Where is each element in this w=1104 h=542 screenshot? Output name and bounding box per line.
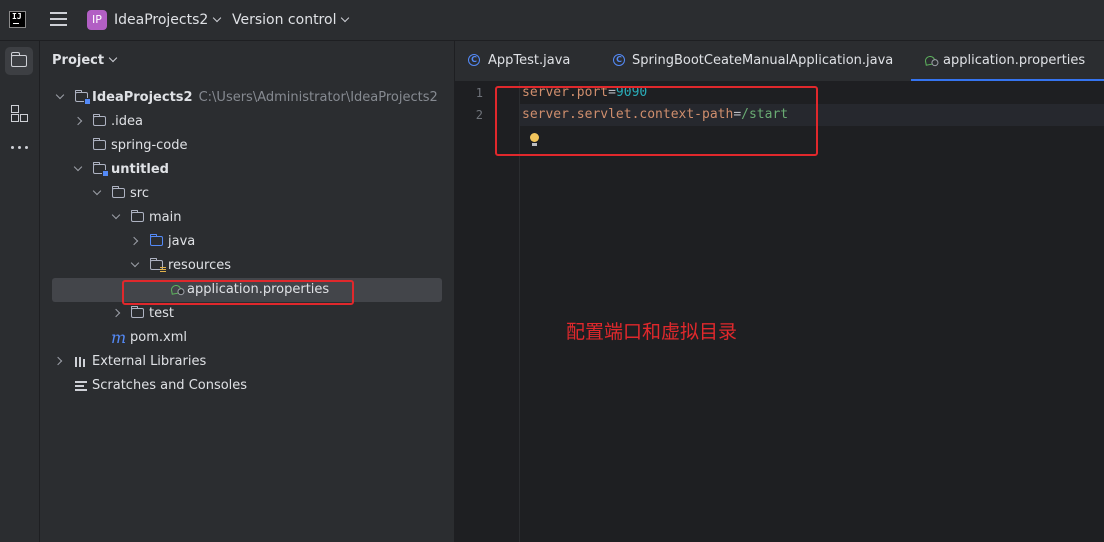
spring-leaf-icon (924, 55, 936, 66)
folder-icon (10, 52, 27, 67)
project-view-selector[interactable]: Project (52, 53, 118, 68)
title-bar: IJ IP IdeaProjects2 Version control (0, 0, 1104, 41)
tree-item-resources[interactable]: resources (40, 254, 454, 278)
version-control-label: Version control (232, 12, 337, 28)
chevron-right-icon[interactable] (53, 356, 63, 366)
tree-label: main (149, 210, 182, 225)
tree-item-main[interactable]: main (40, 206, 454, 230)
tree-item-test[interactable]: test (40, 302, 454, 326)
tab-springboot-application[interactable]: C SpringBootCeateManualApplication.java (601, 41, 901, 81)
tree-label: Scratches and Consoles (92, 378, 248, 393)
module-folder-icon (74, 89, 91, 105)
folder-icon (130, 209, 144, 222)
chevron-right-icon[interactable] (111, 308, 121, 318)
property-separator: = (733, 107, 742, 122)
tree-item-ideaprojects2[interactable]: IdeaProjects2 C:\Users\Administrator\Idea… (40, 86, 454, 110)
tree-label: .idea (111, 114, 143, 129)
project-name: IdeaProjects2 (114, 12, 209, 28)
code-editor[interactable]: server.port=9090 server.servlet.context-… (520, 82, 1104, 542)
lightbulb-icon[interactable] (530, 133, 539, 146)
tab-application-properties[interactable]: application.properties (911, 41, 1104, 81)
class-icon: C (468, 54, 480, 66)
tree-item-idea[interactable]: .idea (40, 110, 454, 134)
tool-window-strip (0, 41, 40, 542)
line-number: 2 (475, 108, 483, 122)
intellij-logo-icon[interactable]: IJ (9, 11, 26, 28)
module-folder-icon (92, 161, 109, 177)
tree-item-untitled[interactable]: untitled (40, 158, 454, 182)
project-badge[interactable]: IP (87, 10, 107, 30)
library-icon (75, 357, 88, 367)
tree-label: untitled (111, 162, 169, 177)
tree-label: External Libraries (92, 354, 207, 369)
property-key: server.servlet.context-path (522, 107, 734, 122)
code-line-1: server.port=9090 (522, 82, 647, 104)
tree-label: resources (168, 258, 232, 273)
code-line-2: server.servlet.context-path=/start (522, 104, 788, 126)
chevron-down-icon[interactable] (111, 210, 121, 220)
structure-icon[interactable] (11, 105, 29, 123)
chevron-down-icon (213, 13, 222, 23)
tree-item-pom-xml[interactable]: m pom.xml (40, 326, 454, 350)
tree-item-spring-code[interactable]: spring-code (40, 134, 454, 158)
tree-label: test (149, 306, 174, 321)
editor-tab-bar: C AppTest.java C SpringBootCeateManualAp… (455, 41, 1104, 82)
tree-label: java (168, 234, 196, 249)
chevron-down-icon[interactable] (73, 162, 83, 172)
tab-label: SpringBootCeateManualApplication.java (632, 53, 894, 68)
tree-label: pom.xml (130, 330, 187, 345)
property-value: 9090 (615, 85, 648, 100)
version-control-menu[interactable]: Version control (232, 12, 350, 28)
tree-item-java[interactable]: java (40, 230, 454, 254)
tree-label: IdeaProjects2 (92, 90, 193, 105)
folder-icon (130, 305, 144, 318)
tree-label: application.properties (187, 282, 330, 297)
annotation-text: 配置端口和虚拟目录 (566, 321, 738, 343)
tree-item-scratches[interactable]: Scratches and Consoles (40, 374, 454, 398)
class-icon: C (613, 54, 625, 66)
tree-label: src (130, 186, 149, 201)
tree-label: spring-code (111, 138, 188, 153)
chevron-down-icon (108, 53, 118, 63)
tree-path-hint: C:\Users\Administrator\IdeaProjects2 (198, 90, 438, 105)
property-value: /start (741, 107, 789, 122)
line-number: 1 (475, 86, 483, 100)
editor-gutter: 1 2 (455, 82, 520, 542)
project-selector[interactable]: IdeaProjects2 (114, 12, 222, 28)
chevron-right-icon[interactable] (73, 116, 83, 126)
more-icon[interactable] (10, 143, 30, 153)
project-tool-button[interactable] (5, 47, 33, 75)
source-folder-icon (149, 233, 163, 246)
tree-item-src[interactable]: src (40, 182, 454, 206)
panel-title: Project (52, 53, 105, 68)
chevron-down-icon[interactable] (92, 186, 102, 196)
folder-icon (92, 113, 106, 126)
maven-m-icon: m (111, 328, 127, 347)
project-panel: Project IdeaProjects2 C:\Users\Administra… (40, 41, 455, 542)
property-separator: = (608, 85, 616, 100)
chevron-down-icon (341, 13, 350, 23)
resources-folder-icon (149, 257, 166, 272)
tab-label: AppTest.java (488, 53, 571, 68)
chevron-right-icon[interactable] (129, 236, 139, 246)
folder-icon (92, 137, 106, 150)
scratches-icon (75, 381, 87, 391)
tab-label: application.properties (943, 53, 1086, 68)
chevron-down-icon[interactable] (55, 90, 65, 100)
main-menu-icon[interactable] (50, 12, 67, 27)
tree-item-application-properties[interactable]: application.properties (40, 278, 454, 302)
tree-item-external-libraries[interactable]: External Libraries (40, 350, 454, 374)
chevron-down-icon[interactable] (130, 258, 140, 268)
spring-leaf-icon (170, 284, 182, 295)
tab-apptest[interactable]: C AppTest.java (455, 41, 601, 81)
property-key: server.port (522, 85, 609, 100)
folder-icon (111, 185, 125, 198)
